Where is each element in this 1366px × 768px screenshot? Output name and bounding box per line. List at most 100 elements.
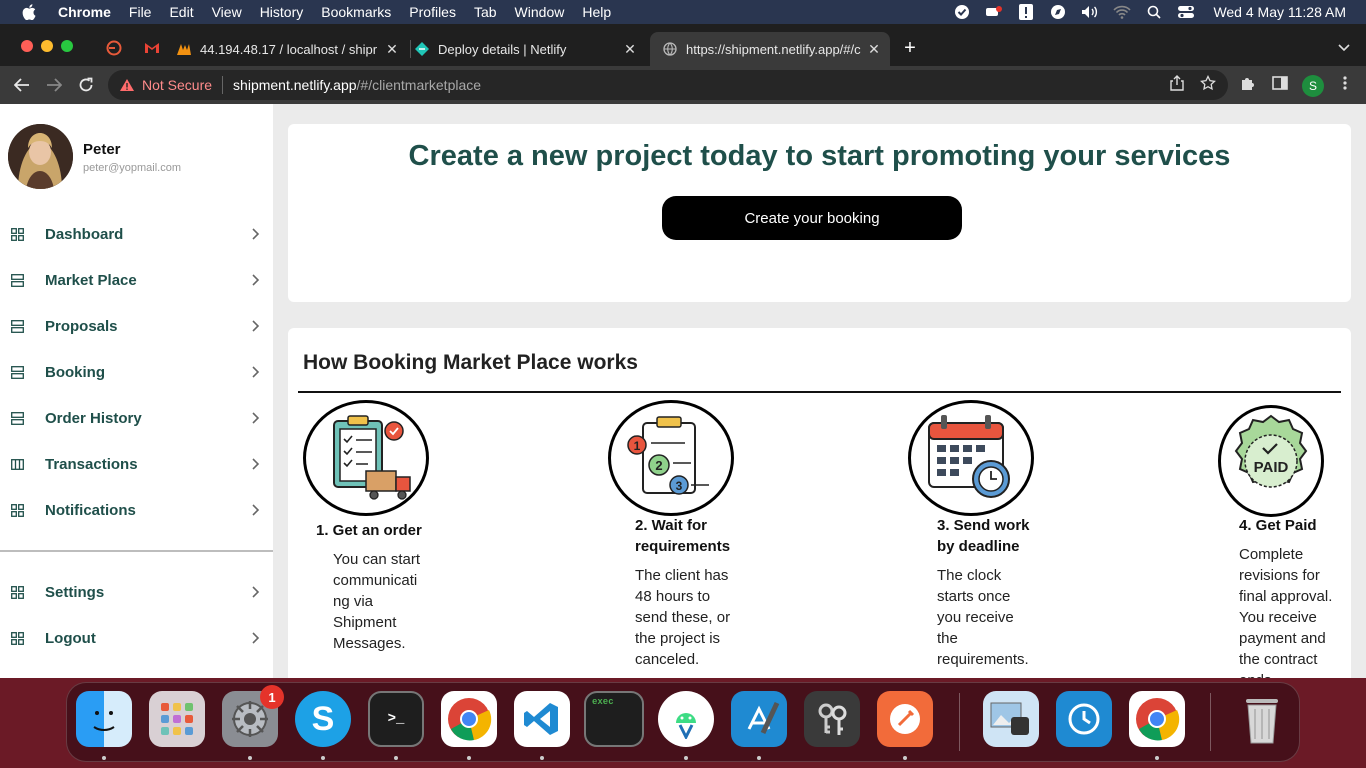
step-4-title: 4. Get Paid bbox=[1239, 517, 1317, 534]
android-studio-icon[interactable] bbox=[658, 691, 714, 747]
sidebar-item-order-history[interactable]: Order History bbox=[0, 398, 273, 438]
menu-history[interactable]: History bbox=[260, 4, 304, 20]
menubar-clock[interactable]: Wed 4 May 11:28 AM bbox=[1213, 4, 1346, 20]
macos-dock: 1 S >_ exec bbox=[66, 682, 1300, 762]
sidebar-item-transactions[interactable]: Transactions bbox=[0, 444, 273, 484]
warning-triangle-icon[interactable] bbox=[118, 77, 136, 93]
bookmark-star-icon[interactable] bbox=[1199, 74, 1217, 92]
tab-search-chevron-icon[interactable] bbox=[1336, 40, 1352, 56]
reload-icon[interactable] bbox=[76, 75, 96, 95]
globe-icon bbox=[662, 41, 678, 57]
step-2-description: The client has 48 hours to send these, o… bbox=[635, 567, 731, 668]
create-booking-button[interactable]: Create your booking bbox=[662, 196, 962, 240]
tab-phpmyadmin[interactable]: 44.194.48.17 / localhost / shipr ✕ bbox=[176, 32, 408, 66]
sidebar-item-logout[interactable]: Logout bbox=[0, 618, 273, 658]
new-tab-button[interactable]: + bbox=[900, 37, 920, 59]
menu-bookmarks[interactable]: Bookmarks bbox=[321, 4, 391, 20]
side-panel-icon[interactable] bbox=[1271, 74, 1289, 92]
pinned-tab-d-icon[interactable] bbox=[106, 40, 122, 56]
columns-icon bbox=[11, 458, 24, 471]
sidebar-item-dashboard[interactable]: Dashboard bbox=[0, 214, 273, 254]
notification-badge: 1 bbox=[260, 685, 284, 709]
launchpad-icon[interactable] bbox=[149, 691, 205, 747]
system-preferences-icon[interactable]: 1 bbox=[222, 685, 284, 747]
menu-file[interactable]: File bbox=[129, 4, 152, 20]
vscode-icon[interactable] bbox=[514, 691, 570, 747]
url-path: /#/clientmarketplace bbox=[356, 77, 482, 93]
screen-recorder-icon[interactable] bbox=[985, 4, 1003, 20]
tab-close-icon[interactable]: ✕ bbox=[622, 41, 638, 57]
share-icon[interactable] bbox=[1168, 74, 1186, 92]
how-it-works-card: How Booking Market Place works 1. Get an… bbox=[288, 328, 1351, 678]
url-host: shipment.netlify.app bbox=[233, 77, 357, 93]
window-zoom-button[interactable] bbox=[61, 40, 73, 52]
wifi-icon[interactable] bbox=[1113, 4, 1132, 20]
chevron-right-icon bbox=[250, 319, 260, 333]
sidebar-item-label: Booking bbox=[45, 363, 105, 381]
sidebar-item-settings[interactable]: Settings bbox=[0, 572, 273, 612]
tab-shipment-active[interactable]: https://shipment.netlify.app/#/c ✕ bbox=[650, 32, 890, 66]
kebab-menu-icon[interactable] bbox=[1336, 74, 1354, 92]
menu-window[interactable]: Window bbox=[515, 4, 565, 20]
extensions-puzzle-icon[interactable] bbox=[1239, 74, 1257, 92]
keychain-icon[interactable] bbox=[804, 691, 860, 747]
sidebar-item-label: Settings bbox=[45, 583, 105, 601]
security-status-label[interactable]: Not Secure bbox=[142, 77, 212, 93]
alert-icon[interactable] bbox=[1017, 4, 1035, 20]
postman-icon[interactable] bbox=[877, 691, 933, 747]
profile-avatar[interactable]: S bbox=[1302, 75, 1324, 97]
compass-icon[interactable] bbox=[1049, 4, 1067, 20]
sync-clock-icon[interactable] bbox=[1056, 691, 1112, 747]
skype-icon[interactable]: S bbox=[295, 691, 351, 747]
xcode-icon[interactable] bbox=[731, 691, 787, 747]
menu-help[interactable]: Help bbox=[582, 4, 611, 20]
sidebar: Peter peter@yopmail.com Dashboard Market… bbox=[0, 104, 273, 678]
tab-netlify[interactable]: Deploy details | Netlify ✕ bbox=[414, 32, 646, 66]
menu-view[interactable]: View bbox=[212, 4, 242, 20]
list-icon bbox=[11, 273, 24, 287]
forward-arrow-icon[interactable] bbox=[44, 75, 64, 95]
macos-menu-bar: Chrome File Edit View History Bookmarks … bbox=[0, 0, 1366, 24]
sidebar-item-market-place[interactable]: Market Place bbox=[0, 260, 273, 300]
chevron-right-icon bbox=[250, 585, 260, 599]
chrome-secondary-icon[interactable] bbox=[1129, 691, 1185, 747]
address-bar[interactable]: Not Secure shipment.netlify.app /#/clien… bbox=[108, 70, 1228, 100]
tab-close-icon[interactable]: ✕ bbox=[866, 41, 882, 57]
page-viewport: Peter peter@yopmail.com Dashboard Market… bbox=[0, 104, 1366, 678]
svg-text:3: 3 bbox=[676, 479, 683, 493]
back-arrow-icon[interactable] bbox=[12, 75, 32, 95]
sidebar-item-booking[interactable]: Booking bbox=[0, 352, 273, 392]
step-1-title: 1. Get an order bbox=[316, 522, 422, 539]
menu-app-name[interactable]: Chrome bbox=[58, 4, 111, 20]
check-shield-icon[interactable] bbox=[953, 4, 971, 20]
tab-close-icon[interactable]: ✕ bbox=[384, 41, 400, 57]
sidebar-item-label: Logout bbox=[45, 629, 96, 647]
apple-icon[interactable] bbox=[20, 4, 38, 20]
chevron-right-icon bbox=[250, 273, 260, 287]
volume-icon[interactable] bbox=[1081, 4, 1099, 20]
chevron-right-icon bbox=[250, 503, 260, 517]
menu-profiles[interactable]: Profiles bbox=[409, 4, 456, 20]
window-minimize-button[interactable] bbox=[41, 40, 53, 52]
trash-icon[interactable] bbox=[1234, 691, 1290, 747]
create-project-card: Create a new project today to start prom… bbox=[288, 124, 1351, 302]
menu-edit[interactable]: Edit bbox=[169, 4, 193, 20]
finder-icon[interactable] bbox=[76, 691, 132, 747]
sidebar-item-label: Notifications bbox=[45, 501, 136, 519]
sidebar-item-proposals[interactable]: Proposals bbox=[0, 306, 273, 346]
window-close-button[interactable] bbox=[21, 40, 33, 52]
control-center-icon[interactable] bbox=[1177, 4, 1195, 20]
terminal-icon[interactable]: >_ bbox=[368, 691, 424, 747]
search-icon[interactable] bbox=[1145, 4, 1163, 20]
tab-title: https://shipment.netlify.app/#/c bbox=[686, 41, 861, 57]
chrome-icon[interactable] bbox=[441, 691, 497, 747]
step-4-description: Complete revisions for final approval. Y… bbox=[1239, 546, 1333, 678]
sidebar-item-notifications[interactable]: Notifications bbox=[0, 490, 273, 530]
menu-tab[interactable]: Tab bbox=[474, 4, 497, 20]
sidebar-divider bbox=[0, 550, 273, 552]
console-icon[interactable]: exec bbox=[584, 691, 644, 747]
pinned-tab-gmail-icon[interactable] bbox=[144, 40, 160, 56]
sidebar-item-label: Order History bbox=[45, 409, 142, 427]
preview-icon[interactable] bbox=[983, 691, 1039, 747]
user-avatar[interactable] bbox=[8, 124, 73, 189]
